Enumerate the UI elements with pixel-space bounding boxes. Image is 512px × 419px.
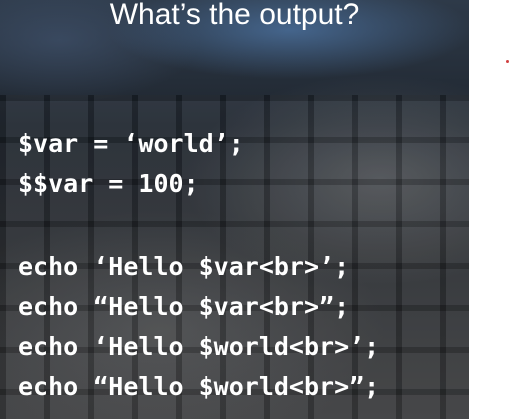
code-line-1: $var = ‘world’; (18, 129, 244, 158)
code-line-2: $$var = 100; (18, 169, 199, 198)
page: What’s the output? $var = ‘world’; $$var… (0, 0, 512, 419)
slide: What’s the output? $var = ‘world’; $$var… (0, 0, 469, 419)
code-line-3: echo ‘Hello $var<br>’; (18, 252, 350, 281)
code-line-4: echo “Hello $var<br>”; (18, 292, 350, 321)
red-dot-marker (506, 60, 509, 63)
slide-title: What’s the output? (109, 0, 360, 31)
code-line-5: echo ‘Hello $world<br>’; (18, 332, 380, 361)
code-line-6: echo “Hello $world<br>”; (18, 372, 380, 401)
